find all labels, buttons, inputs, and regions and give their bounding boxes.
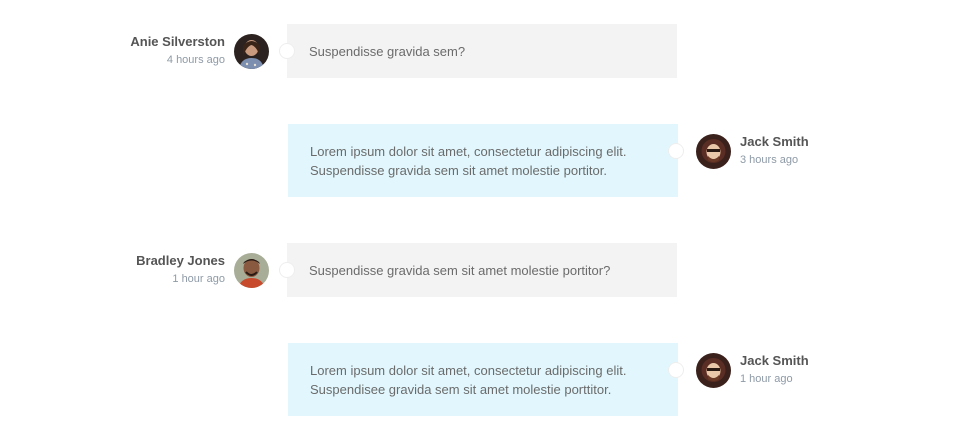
timeline-dot — [279, 262, 295, 278]
message-bubble: Suspendisse gravida sem? — [287, 24, 677, 78]
avatar[interactable] — [234, 253, 269, 288]
message-text: Lorem ipsum dolor sit amet, consectetur … — [310, 362, 627, 397]
author-name: Jack Smith — [740, 134, 809, 149]
timeline-dot — [668, 143, 684, 159]
timestamp: 1 hour ago — [740, 373, 793, 385]
message-bubble: Suspendisse gravida sem sit amet molesti… — [287, 243, 677, 297]
message-text: Suspendisse gravida sem? — [309, 43, 466, 59]
user-avatar-icon — [696, 134, 731, 169]
author-name: Jack Smith — [740, 353, 809, 368]
user-avatar-icon — [234, 34, 269, 69]
avatar[interactable] — [234, 34, 269, 69]
message-bubble: Lorem ipsum dolor sit amet, consectetur … — [288, 343, 678, 416]
message-text: Lorem ipsum dolor sit amet, consectetur … — [310, 143, 627, 178]
message-text: Suspendisse gravida sem sit amet molesti… — [309, 262, 611, 278]
avatar[interactable] — [696, 134, 731, 169]
timeline-dot — [668, 362, 684, 378]
message-bubble: Lorem ipsum dolor sit amet, consectetur … — [288, 124, 678, 197]
timestamp: 1 hour ago — [172, 273, 225, 285]
avatar[interactable] — [696, 353, 731, 388]
author-name: Bradley Jones — [136, 253, 225, 268]
author-name: Anie Silverston — [130, 34, 225, 49]
user-avatar-icon — [234, 253, 269, 288]
user-avatar-icon — [696, 353, 731, 388]
timestamp: 3 hours ago — [740, 154, 799, 166]
timeline-dot — [279, 43, 295, 59]
timestamp: 4 hours ago — [166, 54, 225, 66]
